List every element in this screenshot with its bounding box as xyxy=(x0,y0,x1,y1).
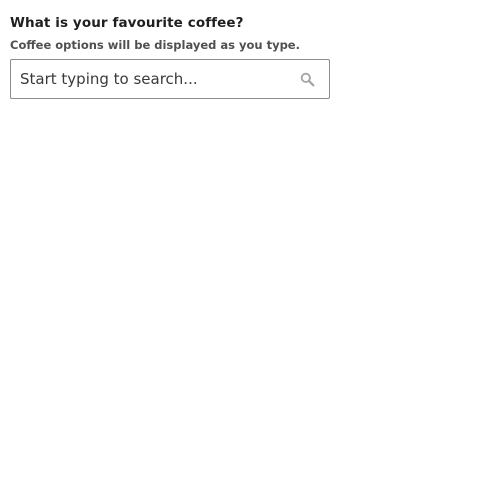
search-icon xyxy=(299,71,315,87)
search-input[interactable] xyxy=(11,61,299,97)
field-label: What is your favourite coffee? xyxy=(10,15,244,31)
field-hint: Coffee options will be displayed as you … xyxy=(10,38,300,52)
coffee-search-field: What is your favourite coffee? Coffee op… xyxy=(10,12,330,99)
search-box[interactable] xyxy=(10,59,330,99)
